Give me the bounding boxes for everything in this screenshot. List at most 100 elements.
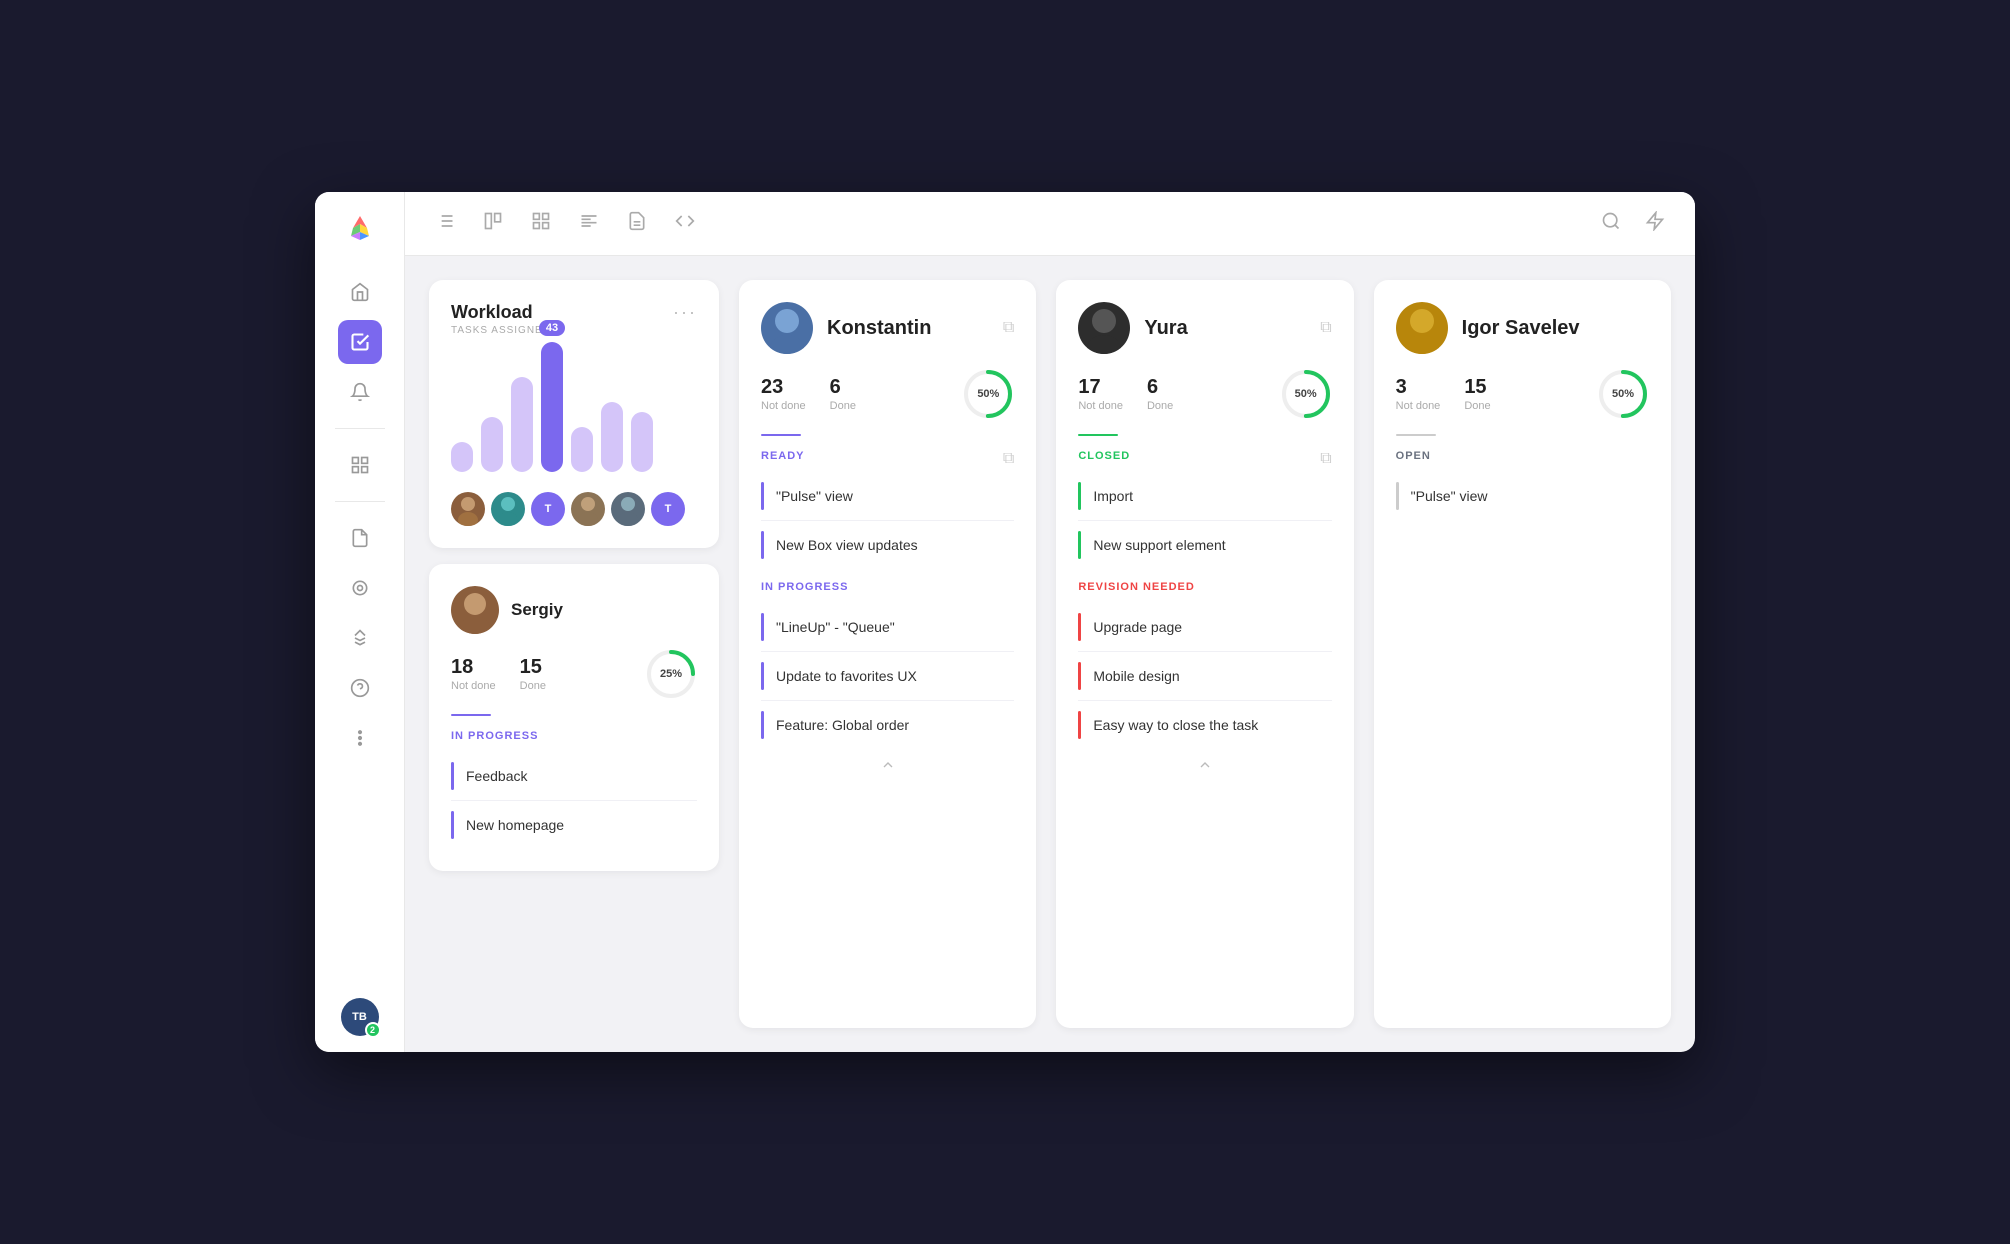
task-item[interactable]: "Pulse" view: [1396, 472, 1649, 520]
sidebar-divider-1: [335, 428, 385, 429]
task-item[interactable]: Feature: Global order: [761, 701, 1014, 749]
lightning-icon[interactable]: [1639, 205, 1671, 242]
bar-item: [601, 402, 623, 472]
avatar[interactable]: [451, 492, 485, 526]
yura-done: 6 Done: [1147, 376, 1173, 412]
yura-copy-icon[interactable]: ⧉: [1320, 319, 1331, 337]
bar: [451, 442, 473, 472]
yura-avatar: [1078, 302, 1130, 354]
view-code-icon[interactable]: [669, 205, 701, 242]
yura-revision-label: REVISION NEEDED: [1078, 581, 1331, 593]
bar: [511, 377, 533, 472]
sidebar-item-more[interactable]: [338, 716, 382, 760]
avatar[interactable]: [571, 492, 605, 526]
sidebar-item-tasks[interactable]: [338, 320, 382, 364]
konstantin-copy-icon[interactable]: ⧉: [1003, 319, 1014, 337]
search-icon[interactable]: [1595, 205, 1627, 242]
avatar[interactable]: T: [651, 492, 685, 526]
view-doc-icon[interactable]: [621, 205, 653, 242]
view-timeline-icon[interactable]: [573, 205, 605, 242]
sidebar-nav: [315, 270, 404, 998]
yura-card: Yura ⧉ 17 Not done 6 Done: [1056, 280, 1353, 1028]
igor-name: Igor Savelev: [1462, 317, 1580, 340]
avatars-row: T T: [451, 492, 697, 526]
yura-progress-label: 50%: [1295, 388, 1317, 400]
task-item[interactable]: "LineUp" - "Queue": [761, 603, 1014, 652]
app-window: TB 2: [315, 192, 1695, 1052]
view-list-icon[interactable]: [429, 205, 461, 242]
igor-card: Igor Savelev 3 Not done 15 Done: [1374, 280, 1671, 1028]
konstantin-progress-label: 50%: [977, 388, 999, 400]
task-label: Update to favorites UX: [776, 668, 917, 684]
task-item[interactable]: Upgrade page: [1078, 603, 1331, 652]
igor-not-done: 3 Not done: [1396, 376, 1441, 412]
notification-badge: 2: [365, 1022, 381, 1038]
task-item[interactable]: "Pulse" view: [761, 472, 1014, 521]
yura-stats: 17 Not done 6 Done: [1078, 368, 1331, 420]
sidebar-item-docs[interactable]: [338, 516, 382, 560]
yura-divider: [1078, 434, 1118, 436]
task-label: Feedback: [466, 768, 527, 784]
task-border: [1078, 662, 1081, 690]
yura-header: Yura ⧉: [1078, 302, 1331, 354]
task-item[interactable]: New support element: [1078, 521, 1331, 569]
konstantin-ready-copy-icon[interactable]: ⧉: [1003, 450, 1014, 468]
sergiy-name: Sergiy: [511, 600, 563, 620]
task-item[interactable]: New Box view updates: [761, 521, 1014, 569]
igor-header: Igor Savelev: [1396, 302, 1649, 354]
task-item[interactable]: Mobile design: [1078, 652, 1331, 701]
user-avatar[interactable]: TB 2: [341, 998, 379, 1036]
app-logo[interactable]: [341, 208, 379, 246]
sidebar-item-pulse[interactable]: [338, 566, 382, 610]
igor-avatar: [1396, 302, 1448, 354]
task-border: [761, 662, 764, 690]
workload-more-button[interactable]: ···: [673, 302, 697, 323]
yura-closed-copy-icon[interactable]: ⧉: [1320, 450, 1331, 468]
avatar[interactable]: T: [531, 492, 565, 526]
task-item[interactable]: New homepage: [451, 801, 697, 849]
task-border: [761, 711, 764, 739]
bar: [481, 417, 503, 472]
bar-item: [511, 377, 533, 472]
konstantin-done: 6 Done: [830, 376, 856, 412]
task-label: New support element: [1093, 537, 1225, 553]
sidebar-item-notifications[interactable]: [338, 370, 382, 414]
konstantin-collapse-button[interactable]: [761, 749, 1014, 781]
task-border: [451, 811, 454, 839]
konstantin-inprogress-label: IN PROGRESS: [761, 581, 1014, 593]
avatar[interactable]: [611, 492, 645, 526]
konstantin-name: Konstantin: [827, 317, 931, 340]
konstantin-inprogress-tasks: "LineUp" - "Queue" Update to favorites U…: [761, 603, 1014, 749]
sidebar-item-help[interactable]: [338, 666, 382, 710]
task-item[interactable]: Update to favorites UX: [761, 652, 1014, 701]
task-label: "Pulse" view: [776, 488, 853, 504]
workload-title: Workload: [451, 302, 551, 323]
top-bar-right: [1595, 205, 1671, 242]
avatar[interactable]: [491, 492, 525, 526]
konstantin-progress-ring: 50%: [962, 368, 1014, 420]
bar-item: [571, 427, 593, 472]
sidebar-item-goals[interactable]: [338, 616, 382, 660]
task-item[interactable]: Feedback: [451, 752, 697, 801]
yura-collapse-button[interactable]: [1078, 749, 1331, 781]
igor-progress-label: 50%: [1612, 388, 1634, 400]
konstantin-card: Konstantin ⧉ 23 Not done 6 Done: [739, 280, 1036, 1028]
bar-item: [451, 442, 473, 472]
sidebar-item-home[interactable]: [338, 270, 382, 314]
sergiy-avatar: [451, 586, 499, 634]
task-label: "LineUp" - "Queue": [776, 619, 895, 635]
sergiy-task-list: Feedback New homepage: [451, 752, 697, 849]
bar-badge: 43: [539, 320, 565, 336]
konstantin-ready-label: READY: [761, 450, 1014, 462]
bar: [601, 402, 623, 472]
task-item[interactable]: Import: [1078, 472, 1331, 521]
workload-bar-chart: 43: [451, 356, 697, 476]
igor-progress-ring: 50%: [1597, 368, 1649, 420]
konstantin-avatar: [761, 302, 813, 354]
sidebar-item-apps[interactable]: [338, 443, 382, 487]
view-grid-icon[interactable]: [525, 205, 557, 242]
task-item[interactable]: Easy way to close the task: [1078, 701, 1331, 749]
view-board-icon[interactable]: [477, 205, 509, 242]
konstantin-column: Konstantin ⧉ 23 Not done 6 Done: [739, 280, 1036, 1028]
left-column: Workload TASKS ASSIGNED ···: [429, 280, 719, 1028]
